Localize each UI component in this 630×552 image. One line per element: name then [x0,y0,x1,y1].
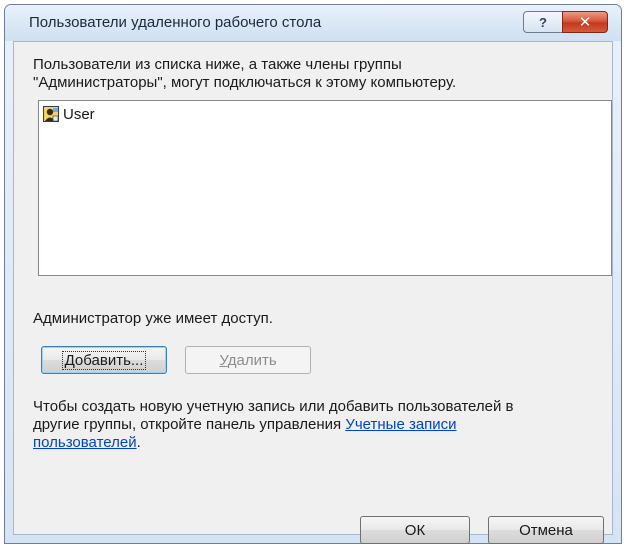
info-line-1: Чтобы создать новую учетную запись или д… [33,398,514,415]
close-icon: ✕ [578,14,592,31]
close-button[interactable]: ✕ [562,11,608,33]
list-item-label: User [63,105,95,123]
ok-button[interactable]: ОК [360,516,470,544]
remove-mnemonic: У [219,351,228,369]
remove-button[interactable]: Удалить [185,346,311,374]
add-label-rest: обавить... [74,351,144,369]
add-mnemonic: Д [64,351,75,369]
info-line-2: другие группы, откройте панель управлени… [33,416,608,434]
remove-button-label: Удалить [219,352,276,369]
remote-desktop-users-dialog: Пользователи удаленного рабочего стола ?… [4,4,622,544]
user-accounts-link-continued[interactable]: пользователей [33,434,137,451]
help-button[interactable]: ? [523,11,563,33]
description-text: Пользователи из списка ниже, а также чле… [33,56,593,92]
add-button-label: Добавить... [61,350,147,370]
help-icon: ? [539,14,547,30]
admin-access-note: Администратор уже имеет доступ. [33,310,273,327]
info-text: Чтобы создать новую учетную запись или д… [33,398,608,452]
description-line-1: Пользователи из списка ниже, а также чле… [33,56,402,73]
users-listbox[interactable]: User [38,100,612,276]
dialog-body: Пользователи из списка ниже, а также чле… [13,41,613,544]
list-item-user[interactable]: User [42,104,95,124]
info-line-2-prefix: другие группы, откройте панель управлени… [33,416,346,433]
info-line-3: пользователей. [33,434,608,452]
description-line-2: "Администраторы", могут подключаться к э… [33,74,457,91]
info-suffix: . [136,434,141,451]
window-title: Пользователи удаленного рабочего стола [29,14,322,31]
user-icon [43,106,59,122]
add-button[interactable]: Добавить... [41,346,167,374]
title-bar[interactable]: Пользователи удаленного рабочего стола ?… [5,5,621,41]
cancel-button[interactable]: Отмена [488,516,604,544]
remove-label-rest: далить [227,351,277,369]
user-accounts-link[interactable]: Учетные записи [345,416,456,433]
